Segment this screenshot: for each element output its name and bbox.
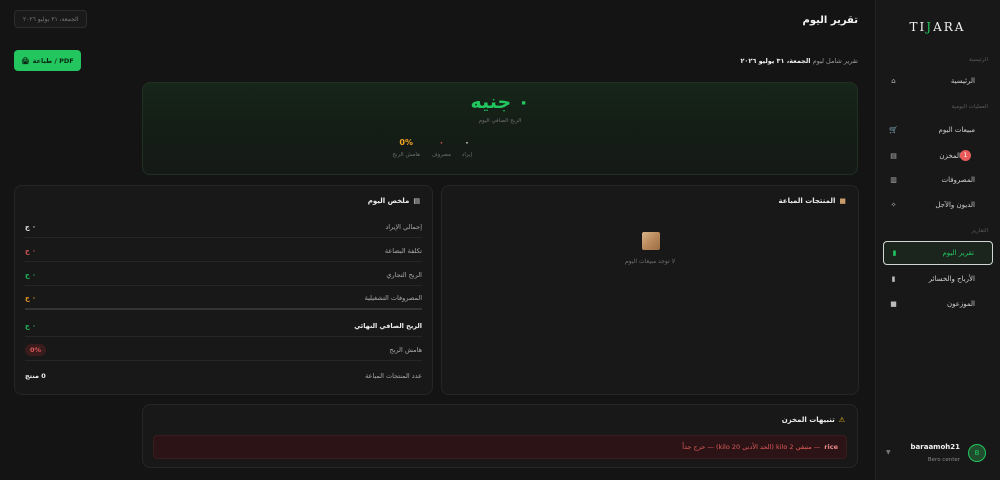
summary-row-gross-profit: الربح التجاري ٠ ج bbox=[25, 264, 422, 286]
summary-row-opex: المصروفات التشغيلية ٠ ج bbox=[25, 288, 422, 310]
stat-margin: 0% هامش الربح bbox=[392, 138, 420, 158]
alert-item[interactable]: rice — متبقي 2 kilo (الحد الأدنى 20 kilo… bbox=[153, 435, 847, 459]
report-subtitle: تقرير شامل ليوم الجمعة، ٣١ يوليو ٢٠٢٦ bbox=[740, 57, 858, 65]
products-title: ■ المنتجات المباعة bbox=[778, 197, 846, 205]
app-logo[interactable]: TIJARA bbox=[875, 20, 1000, 34]
daily-summary-card: ▤ ملخص اليوم إجمالي الإيراد ٠ ج تكلفة الب… bbox=[14, 185, 433, 395]
truck-icon: ■ bbox=[890, 299, 897, 308]
summary-title: ▤ ملخص اليوم bbox=[367, 197, 420, 205]
document-icon: ▤ bbox=[413, 197, 420, 205]
section-label-main: الرئيسية bbox=[969, 57, 988, 63]
chart-icon: ▮ bbox=[892, 249, 897, 257]
page-title: تقرير اليوم bbox=[802, 15, 859, 26]
net-profit-card: ٠ جنيه الربح الصافي اليوم ٠ إيراد ٠ مصرو… bbox=[142, 82, 858, 175]
summary-row-net-profit: الربح الصافي النهائي ٠ ج bbox=[25, 315, 422, 337]
sold-products-card: ■ المنتجات المباعة لا توجد مبيعات اليوم bbox=[441, 185, 859, 395]
alert-product-name: rice bbox=[824, 443, 838, 451]
sidebar-item-debts[interactable]: الديون والآجل ✧ bbox=[883, 194, 993, 215]
summary-row-cogs: تكلفة البضاعة ٠ ج bbox=[25, 240, 422, 262]
summary-row-products-sold: عدد المنتجات المباعة 0 منتج bbox=[25, 372, 422, 380]
inventory-alert-badge: 1 bbox=[960, 150, 971, 161]
empty-state-text: لا توجد مبيعات اليوم bbox=[624, 258, 676, 265]
date-pill: الجمعة، ٣١ يوليو ٢٠٢٦ bbox=[14, 10, 88, 28]
stat-expense: ٠ مصروف bbox=[431, 138, 451, 158]
home-icon: ⌂ bbox=[891, 76, 896, 85]
net-profit-label: الربح الصافي اليوم bbox=[478, 118, 522, 124]
empty-box-icon bbox=[642, 232, 660, 250]
alerts-title: ⚠ تنبيهات المخزن bbox=[781, 416, 845, 424]
user-name: baraamoh21 bbox=[910, 443, 960, 451]
box-icon: ▤ bbox=[890, 151, 897, 160]
chart-icon: ▮ bbox=[891, 274, 896, 283]
summary-row-margin: هامش الربح 0% bbox=[25, 339, 422, 361]
handshake-icon: ✧ bbox=[890, 200, 897, 209]
box-icon: ■ bbox=[839, 197, 846, 205]
sidebar-item-distributors[interactable]: الموزعون ■ bbox=[883, 293, 993, 314]
sidebar-item-inventory[interactable]: المخزن 1 ▤ bbox=[883, 145, 993, 166]
section-label-reports: التقارير bbox=[971, 228, 988, 234]
summary-row-revenue: إجمالي الإيراد ٠ ج bbox=[25, 216, 422, 238]
alert-text: — متبقي 2 kilo (الحد الأدنى 20 kilo) — ح… bbox=[682, 443, 821, 451]
inventory-alerts-card: ⚠ تنبيهات المخزن rice — متبقي 2 kilo (ال… bbox=[142, 404, 858, 468]
warning-icon: ⚠ bbox=[838, 416, 845, 424]
sidebar-item-daily-report[interactable]: تقرير اليوم ▮ bbox=[883, 241, 993, 265]
sidebar: TIJARA الرئيسية الرئيسية ⌂ العمليات اليو… bbox=[875, 0, 1000, 480]
chevron-down-icon[interactable]: ▼ bbox=[886, 449, 891, 456]
printer-icon: 🖨 bbox=[21, 56, 30, 65]
receipt-icon: ▥ bbox=[890, 175, 897, 184]
net-profit-value: ٠ جنيه bbox=[470, 91, 530, 113]
margin-badge: 0% bbox=[25, 343, 47, 356]
section-label-ops: العمليات اليومية bbox=[951, 104, 988, 110]
user-profile[interactable]: B baraamoh21 Bero center ▼ bbox=[886, 443, 986, 467]
stat-revenue: ٠ إيراد bbox=[461, 138, 472, 158]
sidebar-item-profit-loss[interactable]: الأرباح والخسائر ▮ bbox=[883, 268, 993, 289]
avatar: B bbox=[968, 444, 986, 462]
user-role: Bero center bbox=[927, 457, 960, 463]
cart-icon: 🛒 bbox=[889, 125, 898, 134]
sidebar-item-home[interactable]: الرئيسية ⌂ bbox=[883, 70, 993, 91]
sidebar-item-expenses[interactable]: المصروفات ▥ bbox=[883, 169, 993, 190]
print-pdf-button[interactable]: 🖨 طباعة / PDF bbox=[14, 50, 81, 71]
sidebar-item-daily-sales[interactable]: مبيعات اليوم 🛒 bbox=[883, 119, 993, 140]
